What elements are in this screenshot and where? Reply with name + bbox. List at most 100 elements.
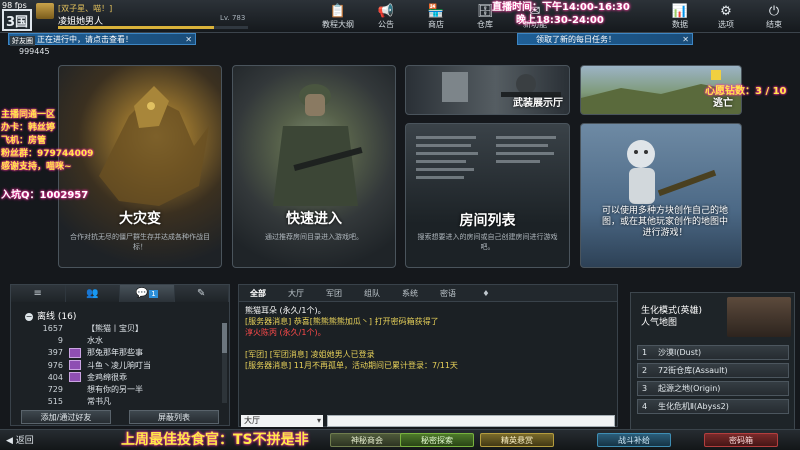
overlay-line: 飞机：房管 [1,136,47,146]
stream-schedule: 直播时间：下午14:00-16:30 晚上18:30-24:00 [492,1,630,27]
vip-icon [69,372,81,383]
event-notice-left[interactable]: 正在进行中，请点击查看！ ✕ [8,33,196,45]
chat-message: 淳火陈丙 (永久/1个)。 [245,328,326,337]
map-name: 72街仓库(Assault) [658,366,728,375]
friend-score: 976 [47,360,63,370]
room-list-art [416,136,556,179]
map-item[interactable]: 4 生化危机Ⅱ(Abyss2) [637,399,789,414]
vip-icon [69,360,81,371]
top-menu-options[interactable]: ⚙ 选项 [704,1,748,32]
map-name: 生化危机Ⅱ(Abyss2) [658,402,729,411]
top-menu-announcement[interactable]: 📢 公告 [364,1,408,32]
block-list-button[interactable]: 屏蔽列表 [129,410,219,424]
chat-message: [军团] [军团消息] 凌姐她男人已登录 [245,350,375,359]
mode-card-armory[interactable]: 武装展示厅 [405,65,570,115]
elite-bounty-button[interactable]: 精英悬赏 [480,433,554,447]
overlay-line: 感谢支持，喵咪~ [1,162,72,172]
tab-chat-system[interactable]: 系统 [391,285,429,302]
chat-channel-select[interactable]: 大厅 ▾ [241,415,323,427]
top-menu-exit[interactable]: ⏻ 结束 [752,1,796,32]
chat-bubble-icon: 💬 [135,288,149,299]
friend-list: 1657 【熊猫丨宝贝】 9 水水 397 那兔那年那些事 976 斗鱼丶凌儿晌… [31,322,221,408]
secret-shop-button[interactable]: 神秘商会 [330,433,404,447]
tab-list[interactable]: ≡ [11,285,66,302]
mode-title: 房间列表 [459,213,516,229]
scroll-thumb[interactable] [222,323,227,353]
notice-tag: 好友圈 [10,36,35,46]
tab-friends[interactable]: 👥 [65,285,120,302]
mode-card-creative[interactable]: 可以使用多种方块创作自己的地图，或在其他玩家创作的地图中进行游戏！ [580,123,742,268]
top-menu-tutorial[interactable]: 📋 教程大纲 [316,1,360,32]
close-icon[interactable]: ✕ [682,34,689,46]
tab-chat-legion[interactable]: 军团 [315,285,353,302]
gear-icon: ⚙ [720,4,732,19]
robot-art [627,140,717,204]
list-item[interactable]: 1657 【熊猫丨宝贝】 [31,322,221,334]
character-portrait [727,297,791,337]
tab-chat-lobby[interactable]: 大厅 [277,285,315,302]
map-item[interactable]: 3 起源之地(Origin) [637,381,789,396]
top-menu-label: 仓库 [477,20,493,29]
top-menu-label: 选项 [718,20,734,29]
top-menu-shop[interactable]: 🏪 商店 [414,1,458,32]
friend-score: 515 [47,397,63,407]
channel-label: 大厅 [244,416,260,425]
mode-desc: 搜索想要进入的房间或自己创建房间进行游戏吧。 [417,233,558,251]
list-item[interactable]: 729 想有你的另一半 [31,383,221,395]
chat-panel: 全部 大厅 军团 组队 系统 密语 ♦ 熊猫耳朵 (永久/1个)。 [服务器消息… [238,284,618,427]
top-feeder-text: 上周最佳投食官：TS不拼是非 [121,432,309,448]
chevron-down-icon: ▾ [316,416,321,425]
map-item[interactable]: 2 72街仓库(Assault) [637,363,789,378]
social-panel: ≡ 👥 💬 1 ✎ − 离线 (16) 1657 【熊猫丨宝贝】 9 水水 397 [10,284,230,426]
top-menu-data[interactable]: 📊 数据 [658,1,702,32]
chat-message: 熊猫耳朵 (永久/1个)。 [245,306,326,315]
overlay-line: 办卡：韩丝婷 [1,123,56,133]
list-item[interactable]: 976 斗鱼丶凌儿晌叮当 [31,359,221,371]
battle-supply-button[interactable]: 战斗补给 [597,433,671,447]
overlay-line: 主播同通一区 [1,110,56,120]
tutorial-icon: 📋 [329,4,347,19]
tab-edit[interactable]: ✎ [174,285,229,302]
vip-icon [69,347,81,358]
map-rank: 3 [642,384,648,393]
chat-tabs: 全部 大厅 军团 组队 系统 密语 ♦ [239,285,617,302]
mode-card-quick-join[interactable]: 快速进入 通过推荐房间目录进入游戏吧。 [232,65,396,268]
tab-chat-all[interactable]: 全部 [239,285,277,302]
pencil-icon: ✎ [197,288,206,299]
xp-bar [58,26,248,29]
friend-group-header[interactable]: − 离线 (16) [25,309,76,322]
list-item[interactable]: 404 金鸡绵很乖 [31,371,221,383]
list-item[interactable]: 397 那兔那年那些事 [31,347,221,359]
shop-icon: 🏪 [427,4,445,19]
wish-count-text: 心愿钻数：3 / 10 [705,86,787,97]
data-icon: 📊 [671,4,689,19]
list-item[interactable]: 515 常书凡 [31,396,221,408]
back-button[interactable]: ◀ 返回 [6,433,34,446]
friend-list-scrollbar[interactable] [222,323,227,403]
tab-chat-diamond[interactable]: ♦ [467,285,505,302]
tab-chat-team[interactable]: 组队 [353,285,391,302]
friend-name: 那兔那年那些事 [87,348,143,358]
close-icon[interactable]: ✕ [185,34,192,46]
player-level: Lv. 783 [220,14,246,22]
map-item[interactable]: 1 沙漠Ⅰ(Dust) [637,345,789,360]
streamer-info: 主播同通一区 办卡：韩丝婷 飞机：房管 粉丝群：979744009 感谢支持，喵… [1,109,121,174]
mode-title: 武装展示厅 [513,98,563,109]
friend-name: 想有你的另一半 [87,385,143,395]
top-menu-label: 数据 [672,20,688,29]
event-notice-right[interactable]: 领取了新的每日任务！ ✕ [517,33,693,45]
power-icon: ⏻ [768,4,780,19]
secret-explore-button[interactable]: 秘密探索 [400,433,474,447]
tab-messages[interactable]: 💬 1 [120,285,175,302]
mode-card-room-list[interactable]: 房间列表 搜索想要进入的房间或自己创建房间进行游戏吧。 [405,123,570,268]
list-icon: ≡ [33,288,42,299]
friend-name: 金鸡绵很乖 [87,372,127,382]
chat-input[interactable] [327,415,615,427]
code-box-button[interactable]: 密码箱 [704,433,778,447]
add-friend-button[interactable]: 添加/通过好友 [21,410,111,424]
tab-chat-whisper[interactable]: 密语 [429,285,467,302]
list-item[interactable]: 9 水水 [31,334,221,346]
soldier-art [273,84,363,206]
mode-title: 大灾变 [119,211,161,227]
points-balance: 999445 [19,47,50,56]
